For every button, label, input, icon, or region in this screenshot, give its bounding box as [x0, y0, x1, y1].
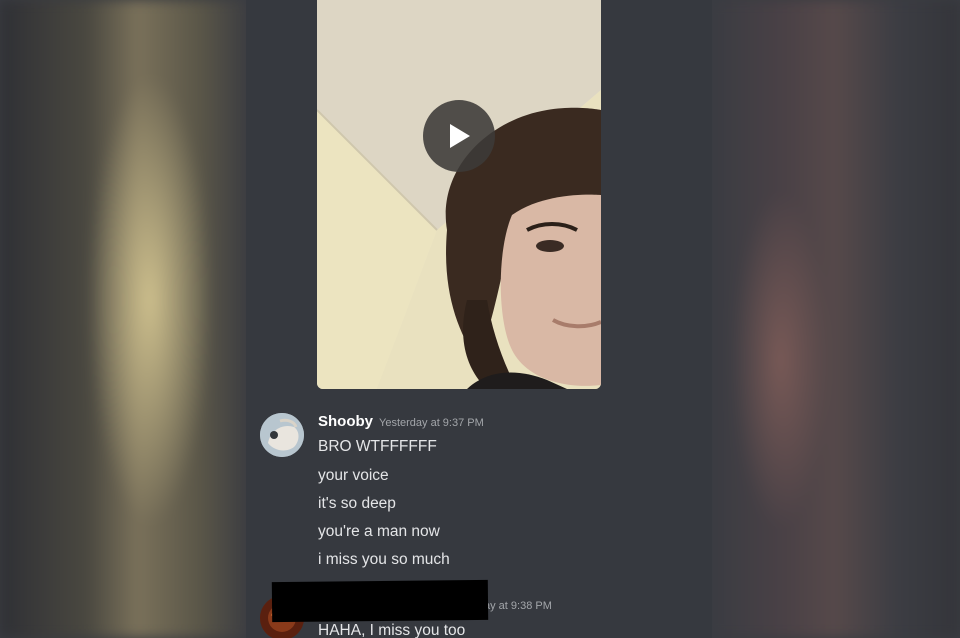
play-icon [446, 122, 472, 150]
timestamp: ay at 9:38 PM [484, 600, 552, 612]
blurred-background-right [710, 0, 960, 638]
message-line: you're a man now [318, 523, 440, 540]
play-button[interactable] [423, 100, 495, 172]
chat-window: Shooby Yesterday at 9:37 PM BRO WTFFFFFF … [246, 0, 712, 638]
message-header: ay at 9:38 PM [484, 596, 552, 614]
message-line: i miss you so much [318, 551, 450, 568]
message-line: it's so deep [318, 495, 396, 512]
username[interactable]: Shooby [318, 413, 373, 430]
timestamp: Yesterday at 9:37 PM [379, 417, 484, 429]
message-line: BRO WTFFFFFF [318, 438, 437, 455]
screenshot-stage: Shooby Yesterday at 9:37 PM BRO WTFFFFFF … [0, 0, 960, 638]
message-line: your voice [318, 467, 389, 484]
blurred-background-left [0, 0, 250, 638]
video-attachment[interactable] [317, 0, 601, 389]
message-group: Shooby Yesterday at 9:37 PM BRO WTFFFFFF … [260, 413, 700, 583]
redaction-bar [271, 579, 489, 623]
video-thumbnail [317, 0, 601, 389]
avatar[interactable] [260, 413, 304, 457]
message-line: HAHA, I miss you too [318, 622, 466, 638]
message-header: Shooby Yesterday at 9:37 PM [318, 413, 484, 431]
